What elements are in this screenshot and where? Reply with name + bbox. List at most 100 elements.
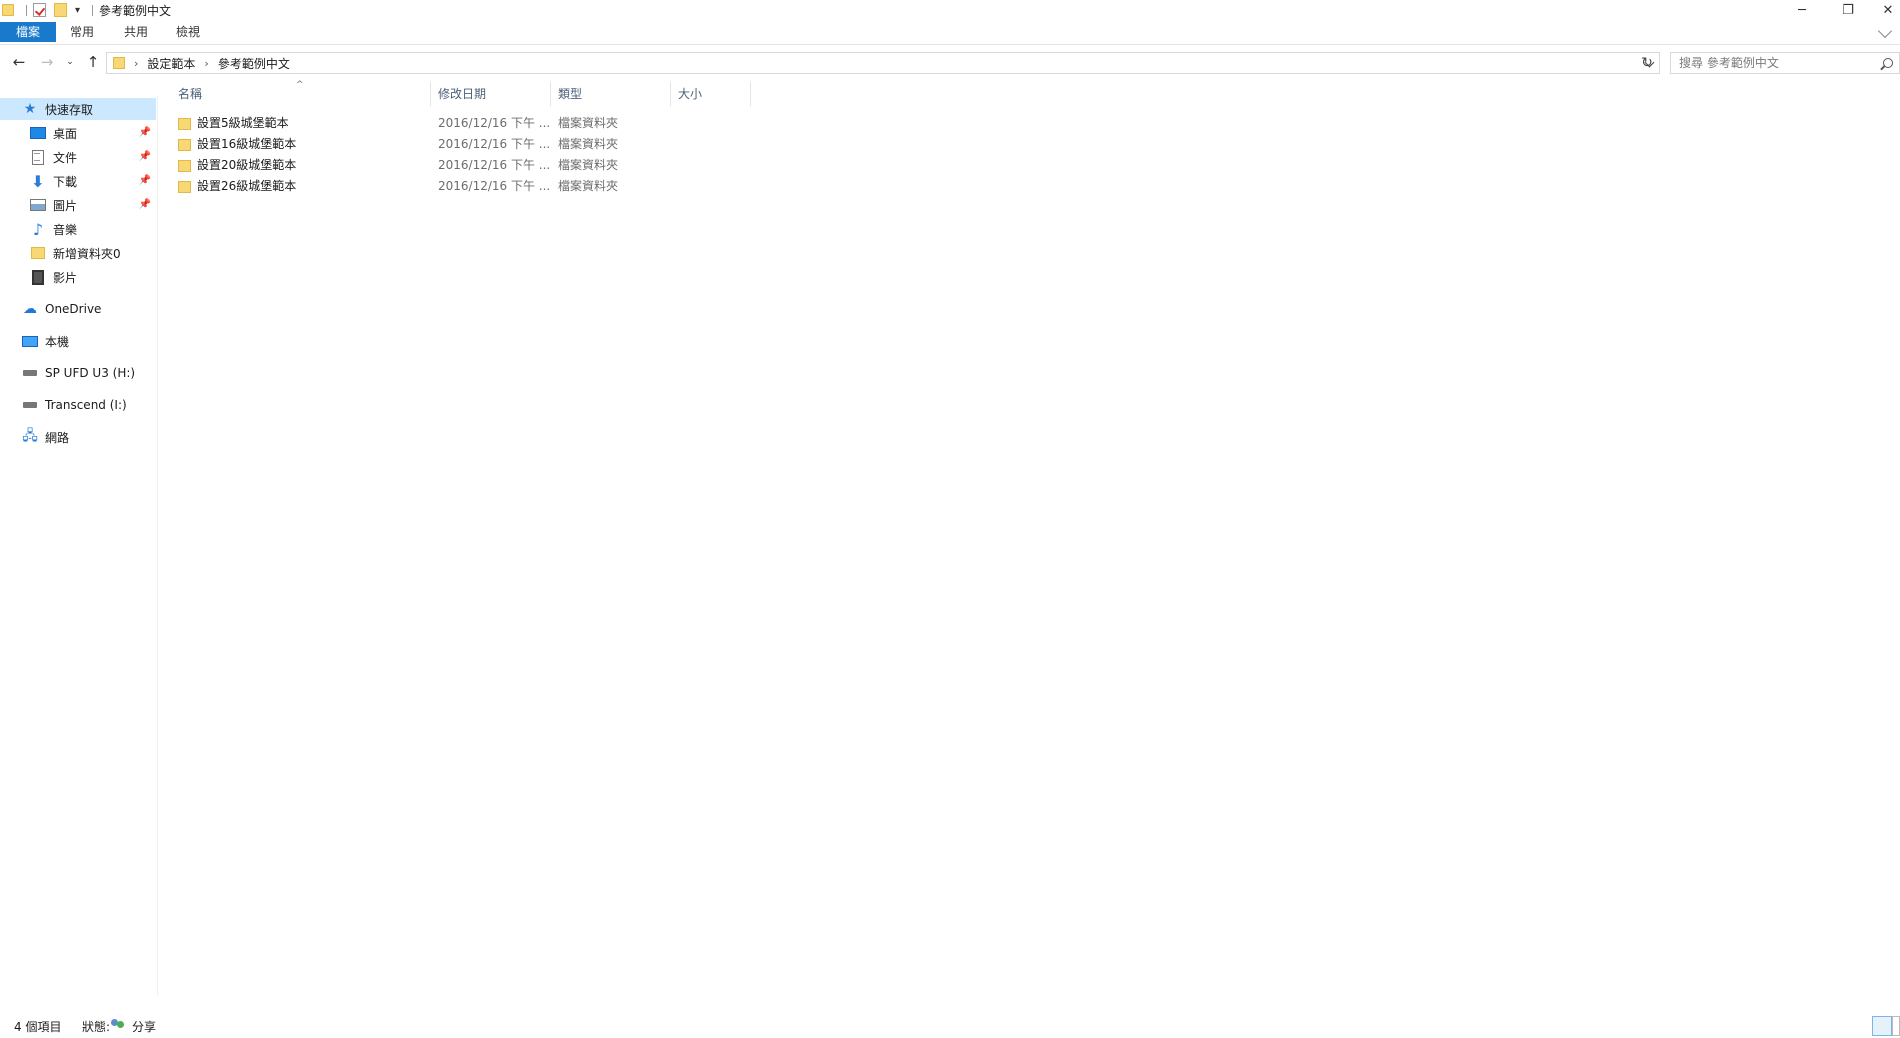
forward-button[interactable]: → bbox=[38, 52, 56, 72]
sidebar-item-drive-h[interactable]: SP UFD U3 (H:) bbox=[0, 362, 156, 384]
sidebar-item-label: 下載 bbox=[53, 174, 78, 189]
pin-icon[interactable]: 📌 bbox=[139, 151, 151, 162]
breadcrumb-item[interactable]: 參考範例中文 bbox=[218, 55, 290, 72]
network-icon: 🖧 bbox=[22, 428, 38, 444]
tab-view[interactable]: 檢視 bbox=[168, 22, 208, 42]
close-button[interactable]: ✕ bbox=[1868, 0, 1900, 20]
pictures-icon bbox=[30, 199, 46, 211]
sidebar-item-quick-access[interactable]: ★ 快速存取 bbox=[0, 98, 156, 120]
search-box[interactable] bbox=[1670, 52, 1900, 74]
cloud-icon: ☁ bbox=[23, 301, 37, 317]
file-row[interactable]: 設置16級城堡範本 2016/12/16 下午 ... 檔案資料夾 bbox=[172, 134, 752, 155]
sidebar-item-pictures[interactable]: 圖片 📌 bbox=[0, 194, 156, 216]
restore-button[interactable]: ❐ bbox=[1828, 0, 1868, 20]
quick-access-toolbar: ▾ bbox=[0, 0, 99, 20]
sidebar-item-label: 快速存取 bbox=[45, 102, 94, 117]
sidebar-item-new-folder[interactable]: 新增資料夾0 bbox=[0, 242, 156, 264]
sidebar-item-label: 新增資料夾0 bbox=[53, 246, 121, 261]
expand-ribbon-icon[interactable] bbox=[1877, 23, 1893, 39]
refresh-icon: ↻ bbox=[1641, 55, 1653, 71]
folder-icon bbox=[113, 57, 125, 69]
address-bar[interactable]: › 設定範本 › 參考範例中文 bbox=[106, 52, 1660, 74]
minimize-button[interactable]: ─ bbox=[1782, 0, 1822, 20]
folder-icon bbox=[178, 159, 191, 172]
file-type: 檔案資料夾 bbox=[558, 116, 619, 130]
sidebar-item-label: OneDrive bbox=[45, 302, 102, 316]
file-row[interactable]: 設置5級城堡範本 2016/12/16 下午 ... 檔案資料夾 bbox=[172, 113, 752, 134]
sidebar-item-drive-i[interactable]: Transcend (I:) bbox=[0, 394, 156, 416]
search-icon[interactable] bbox=[1883, 58, 1893, 68]
search-input[interactable] bbox=[1671, 56, 1861, 70]
computer-icon bbox=[22, 335, 38, 347]
sidebar-item-this-pc[interactable]: 本機 bbox=[0, 330, 156, 352]
status-label: 狀態: bbox=[82, 1020, 111, 1034]
sidebar-item-desktop[interactable]: 桌面 📌 bbox=[0, 122, 156, 144]
file-row[interactable]: 設置20級城堡範本 2016/12/16 下午 ... 檔案資料夾 bbox=[172, 155, 752, 176]
sidebar-item-documents[interactable]: 文件 📌 bbox=[0, 146, 156, 168]
customize-toolbar-icon[interactable]: ▾ bbox=[75, 5, 80, 16]
share-status: 分享 bbox=[132, 1020, 157, 1034]
folder-icon bbox=[178, 180, 191, 193]
minimize-icon: ─ bbox=[1798, 2, 1806, 18]
chevron-right-icon[interactable]: › bbox=[204, 57, 208, 70]
folder-icon[interactable] bbox=[2, 4, 14, 16]
pin-icon[interactable]: 📌 bbox=[139, 199, 151, 210]
sidebar-item-onedrive[interactable]: ☁ OneDrive bbox=[0, 298, 156, 320]
file-date: 2016/12/16 下午 ... bbox=[438, 179, 551, 193]
music-icon: ♪ bbox=[32, 219, 44, 239]
sidebar-item-label: 本機 bbox=[45, 334, 70, 349]
pin-icon[interactable]: 📌 bbox=[139, 175, 151, 186]
folder-icon bbox=[178, 138, 191, 151]
desktop-icon bbox=[30, 127, 46, 139]
tab-share[interactable]: 共用 bbox=[116, 22, 156, 42]
column-header-type[interactable]: 類型 bbox=[552, 84, 670, 104]
restore-icon: ❐ bbox=[1842, 2, 1854, 18]
column-header-size[interactable]: 大小 bbox=[672, 84, 750, 104]
details-view-button[interactable] bbox=[1872, 1016, 1892, 1036]
file-row[interactable]: 設置26級城堡範本 2016/12/16 下午 ... 檔案資料夾 bbox=[172, 176, 752, 197]
up-button[interactable]: ↑ bbox=[84, 52, 102, 72]
file-date: 2016/12/16 下午 ... bbox=[438, 137, 551, 151]
pin-icon[interactable]: 📌 bbox=[139, 127, 151, 138]
new-folder-icon[interactable] bbox=[54, 3, 67, 17]
sidebar-item-music[interactable]: ♪ 音樂 bbox=[0, 218, 156, 240]
item-count: 4 個項目 bbox=[14, 1020, 62, 1034]
folder-icon bbox=[178, 117, 191, 130]
column-divider[interactable] bbox=[430, 82, 431, 106]
properties-icon[interactable] bbox=[33, 3, 46, 17]
sidebar-item-network[interactable]: 🖧 網路 bbox=[0, 426, 156, 448]
documents-icon bbox=[32, 149, 44, 165]
arrow-left-icon: ← bbox=[12, 53, 26, 71]
sidebar-item-downloads[interactable]: ⬇ 下載 📌 bbox=[0, 170, 156, 192]
arrow-right-icon: → bbox=[40, 53, 54, 71]
sidebar-item-label: 影片 bbox=[53, 270, 78, 285]
file-name: 設置16級城堡範本 bbox=[178, 134, 296, 155]
tab-home[interactable]: 常用 bbox=[62, 22, 102, 42]
usb-drive-icon bbox=[23, 402, 37, 408]
tab-file[interactable]: 檔案 bbox=[0, 22, 56, 42]
column-divider[interactable] bbox=[670, 82, 671, 106]
breadcrumb-item[interactable]: 設定範本 bbox=[147, 55, 195, 72]
sidebar-item-label: 桌面 bbox=[53, 126, 78, 141]
large-icons-view-button[interactable] bbox=[1892, 1016, 1900, 1036]
arrow-up-icon: ↑ bbox=[86, 53, 100, 71]
sidebar-item-videos[interactable]: 影片 bbox=[0, 266, 156, 288]
navigation-bar: ← → ⌄ ↑ › 設定範本 › 參考範例中文 ↻ bbox=[0, 50, 1900, 76]
usb-drive-icon bbox=[23, 370, 37, 376]
back-button[interactable]: ← bbox=[10, 52, 28, 72]
column-header-name[interactable]: 名稱 bbox=[172, 84, 430, 104]
window-title: 參考範例中文 bbox=[99, 3, 172, 18]
file-type: 檔案資料夾 bbox=[558, 137, 619, 151]
column-header-date[interactable]: 修改日期 bbox=[432, 84, 550, 104]
navigation-pane: ★ 快速存取 桌面 📌 文件 📌 ⬇ 下載 📌 圖片 📌 ♪ 音樂 新增資料夾0… bbox=[0, 96, 158, 996]
folder-icon bbox=[31, 247, 45, 259]
file-type: 檔案資料夾 bbox=[558, 179, 619, 193]
title-bar: ▾ 參考範例中文 ─ ❐ ✕ bbox=[0, 0, 1900, 20]
chevron-right-icon[interactable]: › bbox=[134, 57, 138, 70]
refresh-button[interactable]: ↻ bbox=[1636, 54, 1658, 72]
column-divider[interactable] bbox=[750, 82, 751, 106]
column-divider[interactable] bbox=[550, 82, 551, 106]
recent-locations-button[interactable]: ⌄ bbox=[64, 52, 76, 72]
sidebar-item-label: 音樂 bbox=[53, 222, 78, 237]
toolbar-separator bbox=[26, 4, 27, 16]
